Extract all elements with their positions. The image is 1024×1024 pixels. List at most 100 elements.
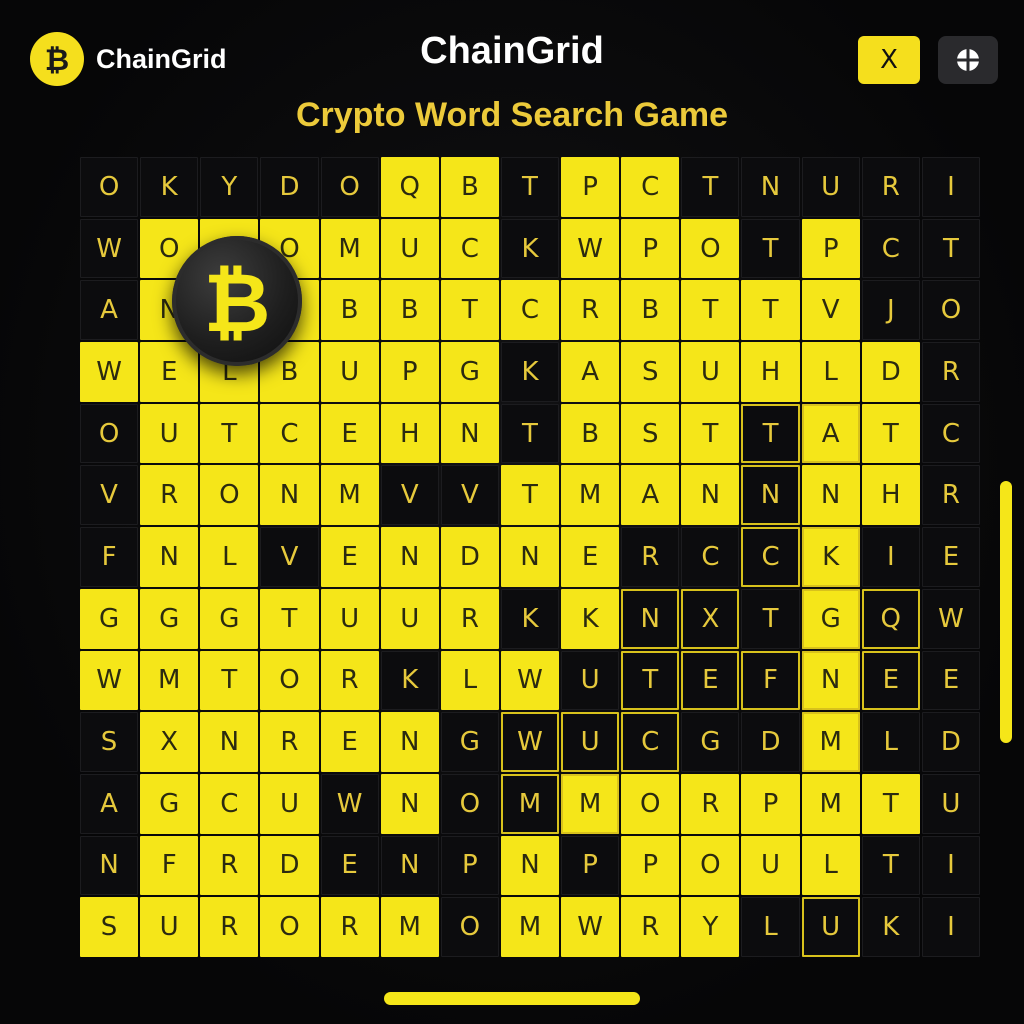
- grid-cell[interactable]: A: [561, 342, 620, 402]
- grid-cell[interactable]: D: [861, 342, 920, 402]
- grid-cell[interactable]: O: [260, 650, 319, 711]
- grid-cell[interactable]: Q: [861, 588, 920, 649]
- grid-cell[interactable]: W: [80, 218, 139, 279]
- grid-cell[interactable]: N: [380, 773, 439, 834]
- grid-cell[interactable]: O: [681, 218, 740, 279]
- grid-cell[interactable]: K: [500, 342, 560, 402]
- grid-cell[interactable]: H: [741, 342, 800, 402]
- grid-cell[interactable]: I: [921, 897, 980, 957]
- grid-cell[interactable]: U: [801, 897, 860, 957]
- grid-cell[interactable]: A: [801, 403, 860, 464]
- grid-cell[interactable]: E: [921, 650, 980, 711]
- grid-cell[interactable]: C: [621, 712, 680, 772]
- grid-cell[interactable]: R: [861, 157, 920, 217]
- grid-cell[interactable]: K: [861, 897, 920, 957]
- grid-cell[interactable]: W: [320, 773, 379, 834]
- vertical-scrollbar[interactable]: [1000, 481, 1012, 743]
- grid-cell[interactable]: E: [320, 835, 379, 896]
- grid-cell[interactable]: K: [801, 527, 860, 587]
- grid-cell[interactable]: M: [801, 712, 860, 772]
- grid-cell[interactable]: R: [140, 465, 199, 526]
- grid-cell[interactable]: E: [681, 650, 740, 711]
- grid-cell[interactable]: L: [861, 712, 920, 772]
- close-button[interactable]: X: [858, 36, 920, 84]
- grid-cell[interactable]: U: [561, 712, 620, 772]
- grid-cell[interactable]: C: [681, 527, 740, 587]
- grid-cell[interactable]: N: [80, 835, 139, 896]
- grid-cell[interactable]: C: [260, 403, 319, 464]
- grid-cell[interactable]: T: [921, 218, 980, 279]
- grid-cell[interactable]: N: [200, 712, 259, 772]
- grid-cell[interactable]: Y: [200, 157, 259, 217]
- grid-cell[interactable]: Y: [681, 897, 740, 957]
- grid-cell[interactable]: C: [200, 773, 259, 834]
- grid-cell[interactable]: R: [260, 712, 319, 772]
- grid-cell[interactable]: O: [440, 897, 499, 957]
- grid-cell[interactable]: V: [440, 465, 499, 526]
- grid-cell[interactable]: P: [380, 342, 439, 402]
- grid-cell[interactable]: I: [921, 157, 980, 217]
- grid-cell[interactable]: E: [140, 342, 199, 402]
- grid-cell[interactable]: P: [621, 835, 680, 896]
- grid-cell[interactable]: R: [561, 280, 620, 341]
- grid-cell[interactable]: L: [801, 342, 860, 402]
- grid-cell[interactable]: O: [260, 897, 319, 957]
- grid-cell[interactable]: D: [440, 527, 499, 587]
- grid-cell[interactable]: O: [440, 773, 499, 834]
- grid-cell[interactable]: A: [621, 465, 680, 526]
- grid-cell[interactable]: H: [380, 403, 439, 464]
- grid-cell[interactable]: U: [561, 650, 620, 711]
- grid-cell[interactable]: E: [561, 527, 620, 587]
- grid-cell[interactable]: V: [80, 465, 139, 526]
- grid-cell[interactable]: S: [621, 342, 680, 402]
- grid-cell[interactable]: G: [681, 712, 740, 772]
- grid-cell[interactable]: O: [621, 773, 680, 834]
- grid-cell[interactable]: N: [380, 527, 439, 587]
- grid-cell[interactable]: T: [260, 588, 319, 649]
- grid-cell[interactable]: B: [621, 280, 680, 341]
- grid-cell[interactable]: K: [500, 588, 560, 649]
- grid-cell[interactable]: T: [741, 218, 800, 279]
- grid-cell[interactable]: N: [500, 835, 560, 896]
- grid-cell[interactable]: O: [200, 465, 259, 526]
- grid-cell[interactable]: O: [320, 157, 379, 217]
- grid-cell[interactable]: M: [380, 897, 439, 957]
- grid-cell[interactable]: G: [80, 588, 139, 649]
- grid-cell[interactable]: P: [561, 157, 620, 217]
- grid-cell[interactable]: A: [80, 773, 139, 834]
- grid-cell[interactable]: T: [200, 403, 259, 464]
- horizontal-scrollbar[interactable]: [384, 992, 640, 1005]
- grid-cell[interactable]: G: [440, 342, 499, 402]
- grid-cell[interactable]: M: [561, 773, 620, 834]
- grid-cell[interactable]: E: [921, 527, 980, 587]
- grid-cell[interactable]: R: [200, 897, 259, 957]
- grid-cell[interactable]: W: [500, 650, 560, 711]
- grid-cell[interactable]: V: [380, 465, 439, 526]
- grid-cell[interactable]: T: [200, 650, 259, 711]
- grid-cell[interactable]: U: [801, 157, 860, 217]
- grid-cell[interactable]: T: [500, 403, 560, 464]
- grid-cell[interactable]: N: [741, 465, 800, 526]
- grid-cell[interactable]: F: [741, 650, 800, 711]
- grid-cell[interactable]: C: [621, 157, 680, 217]
- grid-cell[interactable]: B: [380, 280, 439, 341]
- grid-cell[interactable]: O: [681, 835, 740, 896]
- grid-cell[interactable]: R: [621, 897, 680, 957]
- grid-cell[interactable]: B: [561, 403, 620, 464]
- grid-cell[interactable]: N: [681, 465, 740, 526]
- grid-cell[interactable]: D: [921, 712, 980, 772]
- grid-cell[interactable]: U: [681, 342, 740, 402]
- grid-cell[interactable]: G: [140, 773, 199, 834]
- grid-cell[interactable]: M: [561, 465, 620, 526]
- grid-cell[interactable]: R: [621, 527, 680, 587]
- grid-cell[interactable]: T: [440, 280, 499, 341]
- grid-cell[interactable]: N: [621, 588, 680, 649]
- grid-cell[interactable]: Q: [380, 157, 439, 217]
- grid-cell[interactable]: U: [921, 773, 980, 834]
- grid-cell[interactable]: D: [260, 835, 319, 896]
- grid-cell[interactable]: R: [320, 897, 379, 957]
- grid-cell[interactable]: D: [260, 157, 319, 217]
- grid-cell[interactable]: C: [861, 218, 920, 279]
- grid-cell[interactable]: R: [921, 465, 980, 526]
- grid-cell[interactable]: L: [200, 527, 259, 587]
